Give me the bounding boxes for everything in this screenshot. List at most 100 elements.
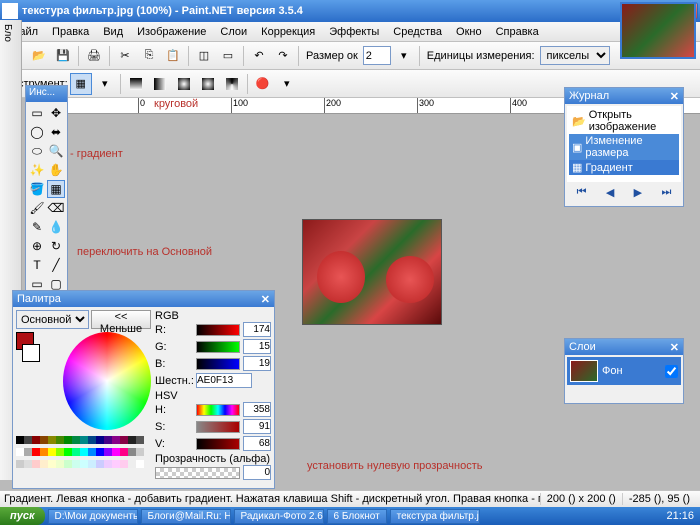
taskbar: пуск D:\Мои документы\... Блоги@Mail.Ru:…: [0, 507, 700, 525]
layer-visible-checkbox[interactable]: [665, 365, 678, 378]
print-icon[interactable]: 🖨: [83, 45, 105, 67]
text-icon[interactable]: T: [28, 256, 46, 274]
less-button[interactable]: << Меньше: [91, 310, 151, 329]
recolor-icon[interactable]: ↻: [47, 237, 65, 255]
wand-icon[interactable]: ✨: [28, 161, 46, 179]
size-input[interactable]: [363, 46, 391, 65]
paste-icon[interactable]: 📋: [162, 45, 184, 67]
palette-close-icon[interactable]: ✕: [261, 293, 270, 306]
s-slider[interactable]: [196, 421, 240, 433]
journal-item[interactable]: 📂Открыть изображение: [569, 108, 679, 134]
lasso-icon[interactable]: ◯: [28, 123, 46, 141]
redo-icon[interactable]: ↷: [272, 45, 294, 67]
taskbar-item[interactable]: Блоги@Mail.Ru: Но...: [141, 509, 231, 524]
hex-input[interactable]: [196, 373, 252, 388]
menu-service[interactable]: Средства: [386, 24, 449, 40]
journal-title: Журнал: [569, 90, 609, 102]
menu-effects[interactable]: Эффекты: [322, 24, 386, 40]
g-slider[interactable]: [196, 341, 240, 353]
nav-next-icon[interactable]: ▶: [634, 186, 642, 199]
move-icon[interactable]: ✥: [47, 104, 65, 122]
alpha-input[interactable]: [243, 465, 271, 480]
journal-close-icon[interactable]: ✕: [670, 90, 679, 103]
status-pos: -285 (), 95 (): [622, 493, 696, 505]
deselect-icon[interactable]: ▭: [217, 45, 239, 67]
size-dropdown-icon[interactable]: ▾: [393, 45, 415, 67]
menu-correction[interactable]: Коррекция: [254, 24, 322, 40]
menu-window[interactable]: Окно: [449, 24, 489, 40]
alpha-slider[interactable]: [155, 467, 240, 479]
ellipse-sel-icon[interactable]: ⬭: [28, 142, 46, 160]
system-tray[interactable]: 21:16: [660, 510, 700, 522]
s-input[interactable]: [243, 419, 271, 434]
secondary-swatch[interactable]: [22, 344, 40, 362]
gradient-linear-icon[interactable]: [125, 73, 147, 95]
units-select[interactable]: пикселы: [540, 46, 610, 65]
crop-icon[interactable]: ◫: [193, 45, 215, 67]
h-slider[interactable]: [196, 404, 240, 416]
nav-last-icon[interactable]: ⏭: [661, 186, 671, 199]
color-mode-icon[interactable]: 🔴: [252, 73, 274, 95]
color-mode-select[interactable]: Основной: [16, 310, 89, 329]
menu-view[interactable]: Вид: [96, 24, 130, 40]
canvas-image[interactable]: [302, 219, 442, 325]
gradient-linear2-icon[interactable]: [149, 73, 171, 95]
gradient-radial-icon[interactable]: [197, 73, 219, 95]
swatch-row[interactable]: [16, 448, 151, 456]
layers-title: Слои: [569, 341, 596, 353]
bucket-icon[interactable]: 🪣: [28, 180, 46, 198]
r-slider[interactable]: [196, 324, 240, 336]
swatch-row[interactable]: [16, 436, 151, 444]
h-input[interactable]: [243, 402, 271, 417]
undo-icon[interactable]: ↶: [248, 45, 270, 67]
left-tab[interactable]: Бло: [0, 20, 15, 46]
open-icon: 📂: [572, 115, 586, 128]
journal-item[interactable]: ▣Изменение размера: [569, 134, 679, 160]
rgb-label: RGB: [155, 310, 271, 322]
select-rect-icon[interactable]: ▭: [28, 104, 46, 122]
brush-icon[interactable]: 🖌: [28, 199, 46, 217]
clone-icon[interactable]: ⊕: [28, 237, 46, 255]
menu-help[interactable]: Справка: [489, 24, 546, 40]
cut-icon[interactable]: ✂: [114, 45, 136, 67]
tool-dropdown-icon[interactable]: ▾: [94, 73, 116, 95]
main-toolbar: 📄 📂 💾 🖨 ✂ ⎘ 📋 ◫ ▭ ↶ ↷ Размер ок ▾ Единиц…: [0, 42, 700, 70]
pencil-icon[interactable]: ✎: [28, 218, 46, 236]
save-icon[interactable]: 💾: [52, 45, 74, 67]
gradient-diamond-icon[interactable]: [173, 73, 195, 95]
move-sel-icon[interactable]: ⬌: [47, 123, 65, 141]
gradient-conical-icon[interactable]: [221, 73, 243, 95]
taskbar-item[interactable]: 6 Блокнот: [327, 509, 387, 524]
eyedrop-icon[interactable]: 💧: [47, 218, 65, 236]
r-input[interactable]: [243, 322, 271, 337]
zoom-icon[interactable]: 🔍: [47, 142, 65, 160]
v-slider[interactable]: [196, 438, 240, 450]
v-input[interactable]: [243, 436, 271, 451]
open-icon[interactable]: 📂: [28, 45, 50, 67]
menu-layers[interactable]: Слои: [213, 24, 254, 40]
gradient-tool-icon[interactable]: ▦: [47, 180, 65, 198]
pan-icon[interactable]: ✋: [47, 161, 65, 179]
swatch-row[interactable]: [16, 460, 151, 468]
nav-first-icon[interactable]: ⏮: [577, 186, 587, 199]
start-button[interactable]: пуск: [0, 507, 45, 525]
line-icon[interactable]: ╱: [47, 256, 65, 274]
preview-thumbnail[interactable]: [620, 2, 696, 59]
layer-item[interactable]: Фон: [567, 357, 681, 385]
menu-edit[interactable]: Правка: [45, 24, 96, 40]
layers-close-icon[interactable]: ✕: [670, 341, 679, 354]
color-wheel[interactable]: [63, 332, 151, 430]
b-input[interactable]: [243, 356, 271, 371]
taskbar-item[interactable]: текстура фильтр.j...: [390, 509, 480, 524]
eraser-icon[interactable]: ⌫: [47, 199, 65, 217]
b-slider[interactable]: [196, 358, 240, 370]
taskbar-item[interactable]: D:\Мои документы\...: [48, 509, 138, 524]
mode-dropdown-icon[interactable]: ▾: [276, 73, 298, 95]
nav-prev-icon[interactable]: ◀: [606, 186, 614, 199]
menu-image[interactable]: Изображение: [130, 24, 213, 40]
current-tool-icon[interactable]: ▦: [70, 73, 92, 95]
taskbar-item[interactable]: Радикал-Фото 2.6 ...: [234, 509, 324, 524]
copy-icon[interactable]: ⎘: [138, 45, 160, 67]
g-input[interactable]: [243, 339, 271, 354]
journal-item[interactable]: ▦Градиент: [569, 160, 679, 175]
